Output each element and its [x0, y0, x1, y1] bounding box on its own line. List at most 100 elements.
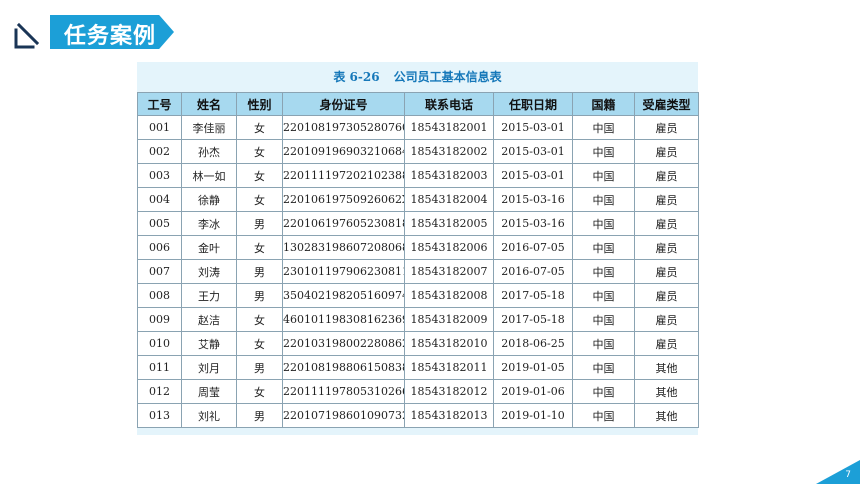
- table-header-row: 工号 姓名 性别 身份证号 联系电话 任职日期 国籍 受雇类型: [137, 92, 699, 116]
- cell-name: 刘月: [181, 355, 237, 380]
- cell-employment-type: 雇员: [634, 259, 699, 284]
- cell-hire-date: 2015-03-01: [493, 115, 573, 140]
- cell-hire-date: 2017-05-18: [493, 307, 573, 332]
- table-row: 007 刘涛男 230101197906230811 18543182007 2016-…: [137, 259, 699, 284]
- cell-hire-date: 2015-03-01: [493, 163, 573, 188]
- cell-nationality: 中国: [572, 163, 635, 188]
- cell-employment-type: 雇员: [634, 283, 699, 308]
- table-row: 012 周莹女 220111197805310266 18543182012 2019-…: [137, 379, 699, 404]
- cell-id-number: 220103198002280862: [282, 331, 405, 356]
- column-header-gender: 性别: [236, 92, 283, 116]
- cell-hire-date: 2019-01-10: [493, 403, 573, 428]
- cell-id-number: 22010619750926062X: [282, 187, 405, 212]
- cell-id-number: 220106197605230818: [282, 211, 405, 236]
- cell-id-number: 350402198205160974: [282, 283, 405, 308]
- cell-phone: 18543182007: [404, 259, 494, 284]
- cell-emp-id: 010: [137, 331, 182, 356]
- cell-name: 林一如: [181, 163, 237, 188]
- cell-hire-date: 2018-06-25: [493, 331, 573, 356]
- cell-employment-type: 其他: [634, 355, 699, 380]
- table-row: 010 艾静女 220103198002280862 18543182010 2018-…: [137, 331, 699, 356]
- cell-nationality: 中国: [572, 283, 635, 308]
- cell-name: 徐静: [181, 187, 237, 212]
- cell-id-number: 460101198308162369: [282, 307, 405, 332]
- cell-name: 李冰: [181, 211, 237, 236]
- arrow-down-right-icon: [14, 22, 40, 49]
- cell-name: 孙杰: [181, 139, 237, 164]
- cell-name: 周莹: [181, 379, 237, 404]
- cell-hire-date: 2015-03-16: [493, 211, 573, 236]
- cell-nationality: 中国: [572, 211, 635, 236]
- cell-gender: 女: [236, 235, 283, 260]
- column-header-employment-type: 受雇类型: [634, 92, 699, 116]
- cell-name: 刘涛: [181, 259, 237, 284]
- cell-nationality: 中国: [572, 259, 635, 284]
- cell-gender: 男: [236, 403, 283, 428]
- section-title-tab: 任务案例: [50, 15, 174, 49]
- cell-gender: 男: [236, 211, 283, 236]
- cell-gender: 女: [236, 379, 283, 404]
- cell-id-number: 220108197305280760: [282, 115, 405, 140]
- cell-name: 金叶: [181, 235, 237, 260]
- cell-gender: 女: [236, 187, 283, 212]
- cell-hire-date: 2019-01-05: [493, 355, 573, 380]
- cell-name: 李佳丽: [181, 115, 237, 140]
- cell-emp-id: 007: [137, 259, 182, 284]
- cell-id-number: 230101197906230811: [282, 259, 405, 284]
- cell-phone: 18543182011: [404, 355, 494, 380]
- page-number: 7: [845, 470, 851, 480]
- cell-emp-id: 004: [137, 187, 182, 212]
- cell-nationality: 中国: [572, 235, 635, 260]
- cell-hire-date: 2015-03-16: [493, 187, 573, 212]
- table-row: 006 金叶女 130283198607208068 18543182006 2016-…: [137, 235, 699, 260]
- table-row: 009 赵洁女 460101198308162369 18543182009 2017-…: [137, 307, 699, 332]
- cell-id-number: 220108198806150838: [282, 355, 405, 380]
- cell-phone: 18543182001: [404, 115, 494, 140]
- cell-employment-type: 雇员: [634, 307, 699, 332]
- table-row: 005 李冰男 220106197605230818 18543182005 2015-…: [137, 211, 699, 236]
- cell-gender: 男: [236, 355, 283, 380]
- cell-employment-type: 其他: [634, 403, 699, 428]
- cell-gender: 女: [236, 163, 283, 188]
- employee-table-card: 表 6-26 公司员工基本信息表 工号 姓名 性别 身份证号 联系电话 任职日期 国籍 受雇类型…: [137, 62, 699, 435]
- cell-nationality: 中国: [572, 115, 635, 140]
- cell-emp-id: 001: [137, 115, 182, 140]
- cell-hire-date: 2015-03-01: [493, 139, 573, 164]
- cell-emp-id: 003: [137, 163, 182, 188]
- cell-nationality: 中国: [572, 379, 635, 404]
- cell-emp-id: 002: [137, 139, 182, 164]
- cell-emp-id: 013: [137, 403, 182, 428]
- cell-phone: 18543182009: [404, 307, 494, 332]
- cell-emp-id: 009: [137, 307, 182, 332]
- cell-employment-type: 雇员: [634, 163, 699, 188]
- cell-id-number: 220111197202102388: [282, 163, 405, 188]
- section-title: 任务案例: [64, 24, 157, 49]
- table-row: 004 徐静女 22010619750926062X 18543182004 2015-…: [137, 187, 699, 212]
- table-row: 001 李佳丽女 220108197305280760 18543182001 2015…: [137, 115, 699, 140]
- cell-emp-id: 012: [137, 379, 182, 404]
- table-caption-number: 表 6-26: [333, 70, 380, 84]
- cell-id-number: 130283198607208068: [282, 235, 405, 260]
- column-header-hire-date: 任职日期: [493, 92, 573, 116]
- column-header-name: 姓名: [181, 92, 237, 116]
- cell-id-number: 220109196903210684: [282, 139, 405, 164]
- cell-phone: 18543182006: [404, 235, 494, 260]
- cell-employment-type: 雇员: [634, 187, 699, 212]
- cell-gender: 男: [236, 283, 283, 308]
- cell-hire-date: 2016-07-05: [493, 235, 573, 260]
- cell-emp-id: 006: [137, 235, 182, 260]
- cell-gender: 女: [236, 307, 283, 332]
- cell-hire-date: 2016-07-05: [493, 259, 573, 284]
- cell-nationality: 中国: [572, 307, 635, 332]
- cell-name: 王力: [181, 283, 237, 308]
- cell-nationality: 中国: [572, 331, 635, 356]
- table-row: 003 林一如女 220111197202102388 18543182003 2015…: [137, 163, 699, 188]
- cell-hire-date: 2019-01-06: [493, 379, 573, 404]
- corner-accent: [816, 460, 860, 484]
- cell-employment-type: 雇员: [634, 211, 699, 236]
- table-row: 011 刘月男 220108198806150838 18543182011 2019-…: [137, 355, 699, 380]
- table-caption-title: 公司员工基本信息表: [393, 70, 502, 84]
- column-header-phone: 联系电话: [404, 92, 494, 116]
- cell-phone: 18543182008: [404, 283, 494, 308]
- cell-nationality: 中国: [572, 139, 635, 164]
